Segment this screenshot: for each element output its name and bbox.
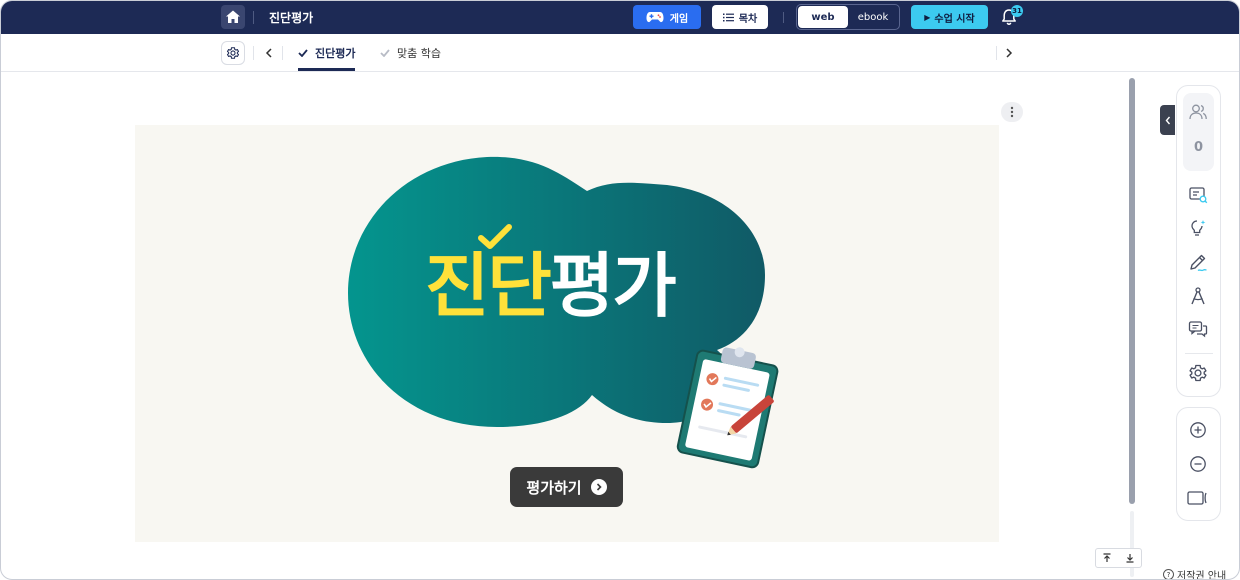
- more-options-button[interactable]: [1001, 102, 1023, 122]
- banner-title-rest: 평가: [549, 245, 677, 327]
- clipboard-icon: [676, 347, 779, 469]
- question-icon: ?: [1163, 569, 1174, 579]
- arrow-right-icon: [590, 479, 607, 495]
- app-window: 진단평가 게임 목차 web ebook ▶ 수업 시작 31 진단평가 맞춤 …: [0, 0, 1240, 580]
- tab-next-button[interactable]: [1001, 44, 1017, 62]
- check-icon: [380, 48, 390, 57]
- fit-screen-icon[interactable]: [1186, 486, 1210, 510]
- banner-title: 진단평가: [425, 251, 677, 321]
- scroll-top-button[interactable]: [1096, 549, 1119, 567]
- gamepad-icon: [646, 12, 664, 23]
- divider: [253, 11, 254, 24]
- divider: [996, 46, 997, 60]
- arrow-to-bottom-icon: [1126, 554, 1134, 563]
- idea-bulb-icon[interactable]: [1186, 216, 1210, 240]
- pen-icon[interactable]: [1186, 251, 1210, 275]
- chat-icon[interactable]: [1186, 317, 1210, 341]
- page-title: 진단평가: [269, 11, 314, 25]
- home-button[interactable]: [221, 5, 245, 29]
- list-icon: [722, 13, 734, 21]
- cta-label: 평가하기: [526, 478, 582, 497]
- view-web-option[interactable]: web: [798, 6, 848, 28]
- diagnostic-banner: 진단평가 평가하기: [135, 125, 999, 542]
- tab-bar: 진단평가 맞춤 학습: [1, 34, 1239, 72]
- divider: [282, 46, 283, 60]
- gear-icon: [226, 47, 240, 59]
- top-bar: 진단평가 게임 목차 web ebook ▶ 수업 시작 31: [1, 1, 1239, 34]
- settings-icon[interactable]: [1186, 361, 1210, 385]
- tab-diagnostic[interactable]: 진단평가: [298, 34, 356, 71]
- tab-label: 진단평가: [315, 46, 356, 60]
- banner-title-highlight: 진단: [425, 245, 552, 327]
- compass-icon[interactable]: [1186, 284, 1210, 308]
- tab-label: 맞춤 학습: [397, 46, 441, 60]
- scroll-nav-buttons: [1095, 548, 1142, 568]
- copyright-link[interactable]: ? 저작권 안내: [1163, 567, 1227, 580]
- sidebar-collapse-button[interactable]: [1160, 105, 1175, 135]
- copyright-label: 저작권 안내: [1177, 571, 1227, 580]
- start-class-button[interactable]: ▶ 수업 시작: [911, 5, 988, 29]
- check-icon: [298, 48, 308, 57]
- tab-prev-button[interactable]: [261, 44, 277, 62]
- toc-button[interactable]: 목차: [712, 5, 768, 29]
- scroll-bottom-button[interactable]: [1119, 549, 1142, 567]
- divider: [1185, 353, 1213, 354]
- screen-search-icon[interactable]: [1186, 183, 1210, 207]
- tab-settings-button[interactable]: [221, 41, 245, 65]
- home-icon: [226, 10, 240, 23]
- more-vertical-icon: [1010, 106, 1014, 118]
- divider: [253, 46, 254, 60]
- chevron-left-icon: [1165, 116, 1170, 124]
- zoom-in-icon[interactable]: [1186, 418, 1210, 442]
- participant-count: 0: [1193, 140, 1204, 155]
- game-label: 게임: [669, 13, 689, 25]
- play-icon: ▶: [924, 12, 931, 22]
- arrow-to-top-icon: [1103, 553, 1111, 562]
- view-mode-toggle: web ebook: [796, 4, 900, 30]
- tab-custom-learning[interactable]: 맞춤 학습: [380, 34, 441, 71]
- chevron-left-icon: [265, 48, 272, 58]
- chevron-right-icon: [1006, 48, 1013, 58]
- users-icon: [1186, 100, 1210, 124]
- zoom-out-icon[interactable]: [1186, 452, 1210, 476]
- scrollbar-thumb[interactable]: [1129, 78, 1135, 504]
- divider: [783, 12, 784, 23]
- start-assessment-button[interactable]: 평가하기: [510, 467, 623, 507]
- view-ebook-option[interactable]: ebook: [848, 6, 898, 28]
- toc-label: 목차: [738, 13, 758, 25]
- game-button[interactable]: 게임: [633, 5, 701, 29]
- start-label: 수업 시작: [934, 13, 975, 25]
- notification-badge: 31: [1011, 5, 1023, 17]
